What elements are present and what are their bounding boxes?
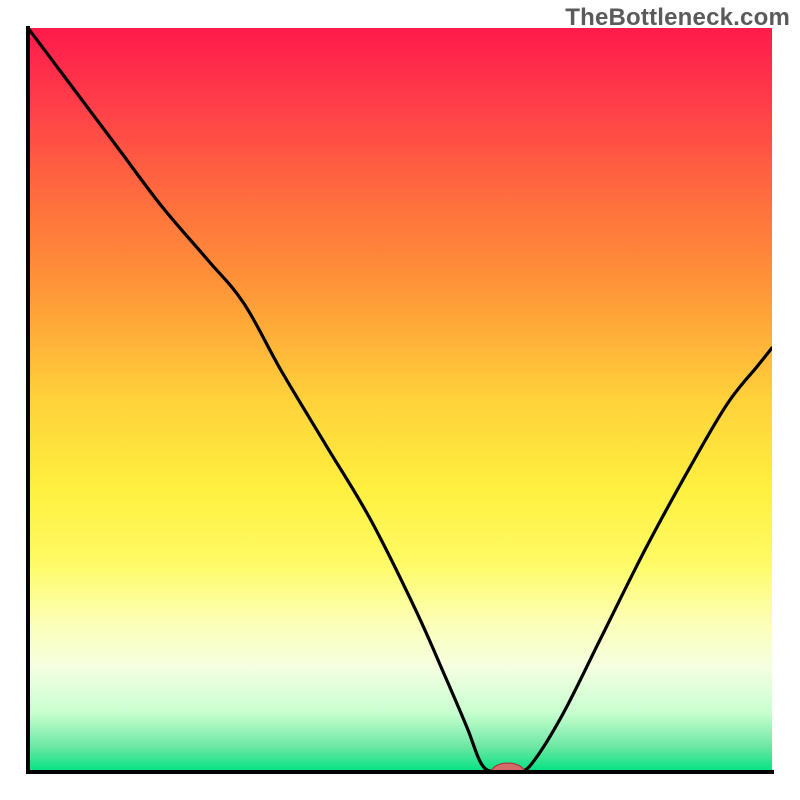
watermark-text: TheBottleneck.com: [565, 4, 790, 32]
gradient-background: [28, 28, 772, 772]
bottleneck-chart: [0, 0, 800, 800]
chart-container: TheBottleneck.com: [0, 0, 800, 800]
